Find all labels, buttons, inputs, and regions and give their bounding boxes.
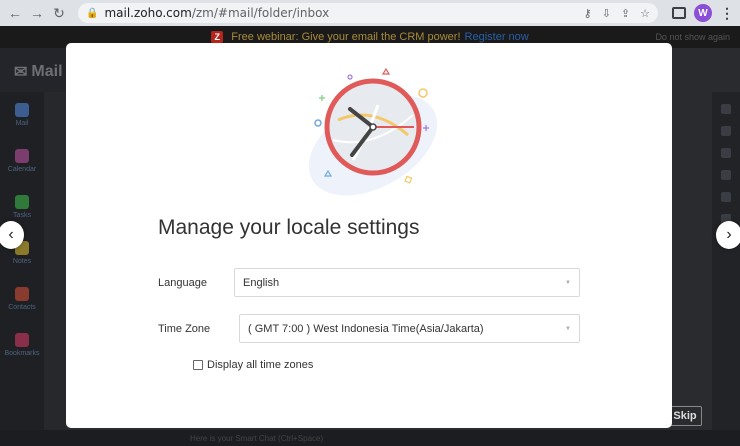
bookmarks-icon	[15, 333, 29, 347]
contacts-icon	[15, 287, 29, 301]
url-path: /zm/#mail/folder/inbox	[191, 6, 330, 20]
address-bar[interactable]: 🔒 mail.zoho.com/zm/#mail/folder/inbox ⚷ …	[78, 3, 658, 23]
calendar-icon	[15, 149, 29, 163]
app-logo-text: Mail	[31, 63, 63, 80]
sidebar-item-calendar[interactable]: Calendar	[0, 138, 44, 184]
back-icon[interactable]: ←	[6, 4, 24, 22]
promo-dismiss[interactable]: Do not show again	[655, 32, 730, 42]
chevron-down-icon: ▼	[565, 325, 571, 332]
bottom-chat-bar: Here is your Smart Chat (Ctrl+Space)	[0, 430, 740, 446]
app-logo: ✉ Mail	[0, 48, 66, 96]
rail-icon[interactable]	[721, 148, 731, 158]
clock-illustration	[308, 67, 438, 196]
star-icon[interactable]: ☆	[640, 7, 650, 20]
tasks-icon	[15, 195, 29, 209]
chat-hint: Here is your Smart Chat (Ctrl+Space)	[190, 433, 324, 443]
browser-toolbar: ← → ↻ 🔒 mail.zoho.com/zm/#mail/folder/in…	[0, 0, 740, 26]
language-value: English	[243, 276, 280, 289]
sidebar-item-label: Mail	[15, 120, 29, 127]
rail-icon[interactable]	[721, 170, 731, 180]
rail-icon[interactable]	[721, 192, 731, 202]
timezone-label: Time Zone	[158, 323, 211, 335]
display-all-checkbox[interactable]	[193, 360, 203, 370]
sidebar-item-label: Calendar	[7, 166, 37, 173]
language-select[interactable]: English ▼	[234, 268, 580, 297]
next-slide-button[interactable]: ›	[716, 221, 740, 249]
folder-column	[44, 92, 66, 446]
promo-text: Free webinar: Give your email the CRM po…	[231, 31, 461, 43]
forward-icon[interactable]: →	[28, 4, 46, 22]
install-icon[interactable]: ⇩	[602, 7, 611, 20]
reload-icon[interactable]: ↻	[50, 4, 68, 22]
timezone-value: ( GMT 7:00 ) West Indonesia Time(Asia/Ja…	[248, 322, 484, 335]
sidebar-item-mail[interactable]: Mail	[0, 92, 44, 138]
display-all-label: Display all time zones	[207, 359, 314, 371]
sidebar-item-label: Tasks	[13, 212, 31, 219]
app-sidebar: Mail Calendar Tasks Notes Contacts Bookmarks	[0, 92, 44, 446]
display-all-timezones-option[interactable]: Display all time zones	[193, 359, 313, 371]
chevron-left-icon: ‹	[8, 226, 14, 243]
mail-icon	[15, 103, 29, 117]
url-host: mail.zoho.com	[104, 6, 192, 20]
timezone-select[interactable]: ( GMT 7:00 ) West Indonesia Time(Asia/Ja…	[239, 314, 580, 343]
chevron-right-icon: ›	[726, 226, 732, 243]
sidebar-item-label: Notes	[12, 258, 32, 265]
key-icon[interactable]: ⚷	[584, 7, 592, 20]
rail-icon[interactable]	[721, 104, 731, 114]
right-rail	[712, 92, 740, 446]
share-icon[interactable]: ⇪	[621, 7, 630, 20]
skip-button[interactable]: Skip	[668, 406, 702, 426]
rail-icon[interactable]	[721, 126, 731, 136]
lock-icon: 🔒	[86, 7, 99, 19]
zoho-badge-icon: Z	[211, 31, 224, 43]
language-label: Language	[158, 277, 207, 289]
sidebar-item-label: Bookmarks	[4, 350, 40, 357]
sidepanel-icon[interactable]	[672, 7, 686, 19]
avatar[interactable]: W	[694, 4, 712, 22]
sidebar-item-contacts[interactable]: Contacts	[0, 276, 44, 322]
promo-link[interactable]: Register now	[465, 31, 529, 43]
dialog-title: Manage your locale settings	[158, 216, 420, 239]
chevron-down-icon: ▼	[565, 279, 571, 286]
menu-icon[interactable]: ⋮	[720, 5, 734, 22]
locale-settings-dialog: Manage your locale settings Language Eng…	[66, 43, 672, 428]
mail-logo-icon: ✉	[14, 64, 28, 81]
sidebar-item-label: Contacts	[8, 304, 36, 311]
sidebar-item-bookmarks[interactable]: Bookmarks	[0, 322, 44, 368]
